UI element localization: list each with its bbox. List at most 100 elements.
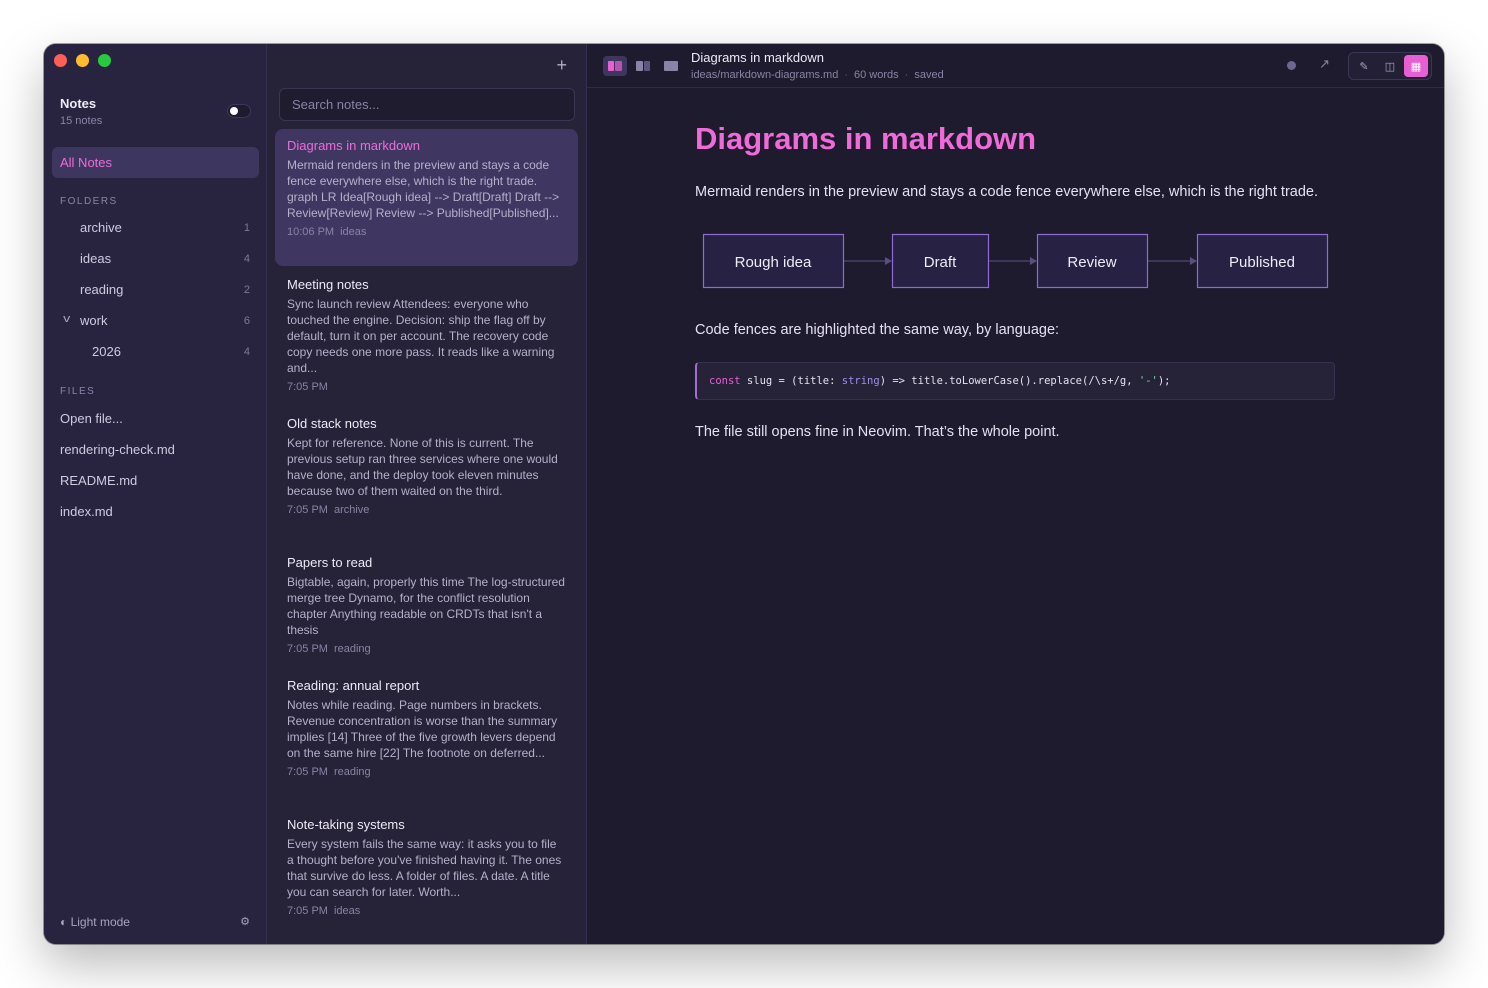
- code-text: ) => title.toLowerCase().replace(/\s+/g,: [879, 375, 1139, 387]
- app-window: Notes 15 notes All Notes FOLDERS archive…: [44, 44, 1444, 944]
- open-file-button[interactable]: Open file...: [60, 411, 123, 426]
- document-title: Diagrams in markdown: [691, 50, 824, 65]
- save-status: saved: [914, 69, 944, 81]
- note-preview: Bigtable, again, properly this time The …: [287, 575, 565, 637]
- folder-item-work[interactable]: v work 6: [44, 306, 266, 337]
- note-count: 15 notes: [60, 115, 103, 127]
- note-item[interactable]: Papers to read Bigtable, again, properly…: [275, 546, 578, 655]
- folder-item-ideas[interactable]: ideas 4: [44, 244, 266, 275]
- search-input[interactable]: [279, 88, 575, 121]
- two-column-layout-icon[interactable]: [631, 56, 655, 76]
- note-meta: 7:05 PM reading: [287, 766, 566, 778]
- document-panel: Diagrams in markdown ideas/markdown-diag…: [587, 44, 1444, 944]
- code-block: const slug = (title: string) => title.to…: [695, 362, 1335, 400]
- flow-node: Published: [1196, 233, 1329, 289]
- chevron-down-icon[interactable]: v: [63, 313, 70, 325]
- folders-heading: FOLDERS: [60, 196, 118, 207]
- light-mode-label: Light mode: [70, 915, 130, 929]
- folder-count: 4: [243, 253, 250, 265]
- folder-label: reading: [80, 282, 124, 297]
- folder-label: archive: [80, 220, 122, 235]
- file-item[interactable]: README.md: [60, 473, 137, 488]
- sidebar-toggle[interactable]: [227, 104, 251, 118]
- light-mode-button[interactable]: ◐ Light mode: [60, 915, 130, 929]
- folder-item-reading[interactable]: reading 2: [44, 275, 266, 306]
- half-moon-icon: ◐: [60, 915, 68, 929]
- note-meta: 7:05 PM reading: [287, 643, 566, 655]
- notes-list-panel: + Diagrams in markdown Mermaid renders i…: [267, 44, 587, 944]
- note-tag: ideas: [333, 905, 361, 917]
- flow-node: Draft: [891, 233, 990, 289]
- note-item[interactable]: Note-taking systems Every system fails t…: [275, 808, 578, 917]
- code-type: string: [841, 375, 880, 387]
- folder-count: 1: [243, 222, 250, 234]
- note-tag: reading: [333, 643, 371, 655]
- file-item[interactable]: index.md: [60, 504, 113, 519]
- note-time: 10:06 PM: [287, 226, 335, 238]
- folder-label: ideas: [80, 251, 112, 266]
- code-text: );: [1157, 375, 1171, 387]
- note-item[interactable]: Meeting notes Sync launch review Attende…: [275, 268, 578, 393]
- note-title: Papers to read: [287, 555, 373, 570]
- mermaid-diagram: Rough idea Draft Review Published: [695, 233, 1345, 289]
- app-title: Notes: [60, 96, 97, 111]
- folder-count: 6: [243, 315, 250, 327]
- note-tag: reading: [333, 766, 371, 778]
- open-external-icon[interactable]: ↗: [1319, 56, 1330, 72]
- note-time: 7:05 PM: [287, 381, 328, 393]
- sync-status-dot: [1287, 61, 1296, 70]
- flow-node-label: Published: [1229, 254, 1295, 271]
- pencil-icon[interactable]: ✎: [1352, 55, 1376, 77]
- note-title: Meeting notes: [287, 277, 369, 292]
- folder-label: work: [80, 313, 108, 328]
- folder-item-archive[interactable]: archive 1: [44, 213, 266, 244]
- close-window-button[interactable]: [54, 54, 67, 67]
- meta-separator: ·: [844, 69, 849, 81]
- note-title: Reading: annual report: [287, 678, 420, 693]
- word-count: 60 words: [854, 69, 899, 81]
- folder-count: 4: [243, 346, 250, 358]
- note-time: 7:05 PM: [287, 905, 328, 917]
- preview-mode-icon[interactable]: ▦: [1404, 55, 1428, 77]
- outro-paragraph: The file still opens fine in Neovim. Tha…: [695, 424, 1060, 440]
- layout-switcher: [603, 56, 683, 76]
- note-preview: Kept for reference. None of this is curr…: [287, 436, 558, 498]
- single-column-layout-icon[interactable]: [659, 56, 683, 76]
- note-title: Old stack notes: [287, 416, 377, 431]
- file-item[interactable]: rendering-check.md: [60, 442, 175, 457]
- document-path: ideas/markdown-diagrams.md: [691, 69, 839, 81]
- flow-node-label: Review: [1067, 254, 1116, 271]
- code-text: slug = (title:: [740, 375, 842, 387]
- document-toolbar: Diagrams in markdown ideas/markdown-diag…: [587, 44, 1444, 88]
- note-time: 7:05 PM: [287, 766, 328, 778]
- note-meta: 7:05 PM: [287, 381, 566, 393]
- intro-paragraph: Mermaid renders in the preview and stays…: [695, 184, 1319, 200]
- note-item[interactable]: Old stack notes Kept for reference. None…: [275, 407, 578, 516]
- flow-node: Rough idea: [702, 233, 845, 289]
- new-note-button[interactable]: +: [556, 55, 567, 76]
- sidebar-item-all-notes[interactable]: All Notes: [52, 147, 259, 178]
- document-meta: ideas/markdown-diagrams.md · 60 words · save…: [691, 69, 944, 81]
- flowchart-svg: Rough idea Draft Review Published: [702, 233, 1329, 289]
- note-meta: 7:05 PM ideas: [287, 905, 566, 917]
- note-item-active[interactable]: Diagrams in markdown Mermaid renders in …: [275, 129, 578, 266]
- note-meta: 7:05 PM archive: [287, 504, 566, 516]
- document-heading: Diagrams in markdown: [695, 121, 1037, 156]
- flow-arrow: [989, 257, 1037, 265]
- code-string: '-': [1138, 375, 1158, 387]
- note-tag: archive: [333, 504, 370, 516]
- folder-item-2026[interactable]: 2026 4: [44, 337, 266, 368]
- note-title: Note-taking systems: [287, 817, 405, 832]
- minimize-window-button[interactable]: [76, 54, 89, 67]
- view-mode-group: ✎ ◫ ▦: [1348, 52, 1432, 80]
- split-view-icon[interactable]: ◫: [1378, 55, 1402, 77]
- note-preview: Mermaid renders in the preview and stays…: [287, 158, 560, 220]
- note-meta: 10:06 PM ideas: [287, 226, 566, 238]
- flow-node: Review: [1036, 233, 1149, 289]
- window-controls: [54, 54, 111, 67]
- gear-icon[interactable]: ⚙: [240, 915, 250, 928]
- note-item[interactable]: Reading: annual report Notes while readi…: [275, 669, 578, 778]
- maximize-window-button[interactable]: [98, 54, 111, 67]
- note-tag: ideas: [340, 226, 367, 238]
- three-column-layout-icon[interactable]: [603, 56, 627, 76]
